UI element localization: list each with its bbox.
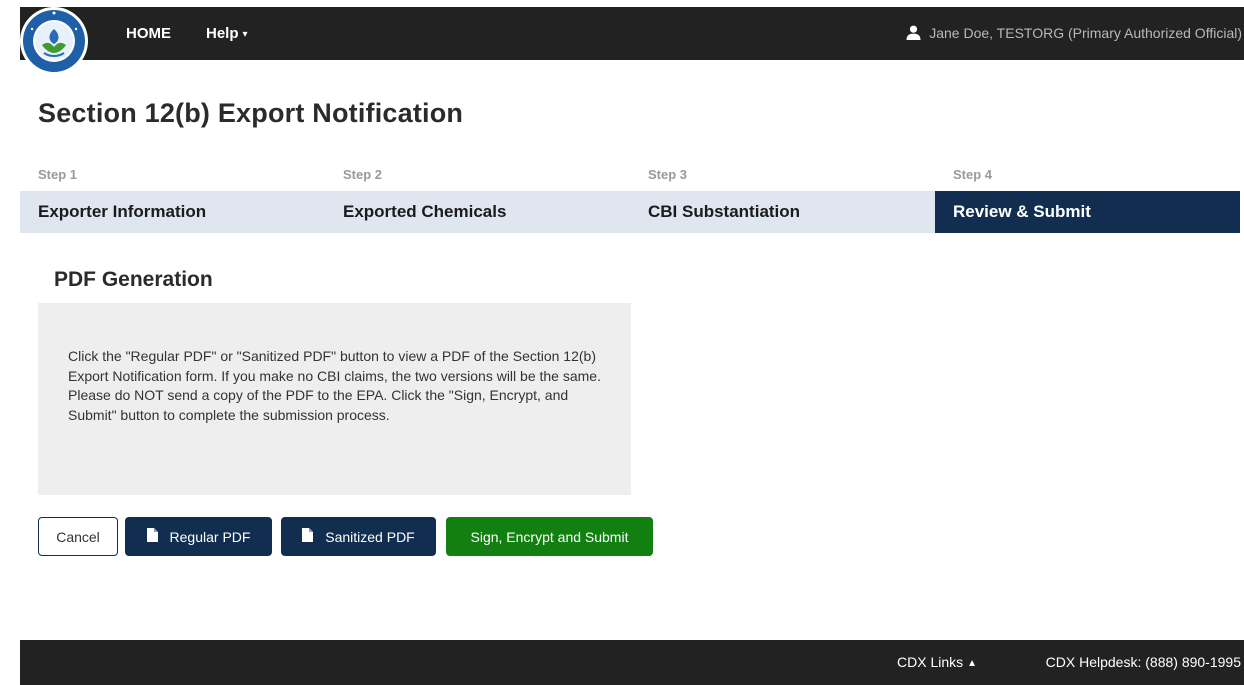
user-icon bbox=[906, 9, 921, 62]
caret-up-icon: ▲ bbox=[967, 658, 978, 669]
step-2[interactable]: Step 2 Exported Chemicals bbox=[325, 160, 630, 233]
cdx-helpdesk-text: CDX Helpdesk: (888) 890-1995 bbox=[1045, 654, 1241, 670]
step-number: Step 1 bbox=[38, 167, 78, 182]
document-icon bbox=[146, 528, 158, 545]
step-4-active[interactable]: Step 4 Review & Submit bbox=[935, 160, 1240, 233]
step-bar: Review & Submit bbox=[935, 191, 1240, 233]
nav-help-label: Help bbox=[206, 25, 239, 42]
epa-seal-logo[interactable] bbox=[20, 7, 88, 75]
step-label: Review & Submit bbox=[953, 202, 1091, 221]
caret-down-icon: ▾ bbox=[242, 29, 248, 40]
nav-help-dropdown[interactable]: Help ▾ bbox=[206, 7, 248, 60]
pdf-instructions-panel: Click the "Regular PDF" or "Sanitized PD… bbox=[38, 303, 631, 495]
user-account-menu[interactable]: Jane Doe, TESTORG (Primary Authorized Of… bbox=[906, 7, 1242, 60]
step-number: Step 4 bbox=[953, 167, 993, 182]
step-3[interactable]: Step 3 CBI Substantiation bbox=[630, 160, 935, 233]
sanitized-pdf-label: Sanitized PDF bbox=[325, 528, 415, 545]
progress-stepper: Step 1 Exporter Information Step 2 Expor… bbox=[20, 160, 1240, 233]
regular-pdf-label: Regular PDF bbox=[169, 528, 251, 545]
step-label: Exporter Information bbox=[38, 202, 207, 221]
sign-encrypt-submit-button[interactable]: Sign, Encrypt and Submit bbox=[446, 517, 653, 556]
cancel-button-label: Cancel bbox=[56, 528, 100, 545]
cancel-button[interactable]: Cancel bbox=[38, 517, 118, 556]
step-label: CBI Substantiation bbox=[648, 202, 801, 221]
step-1[interactable]: Step 1 Exporter Information bbox=[20, 160, 325, 233]
step-bar: CBI Substantiation bbox=[630, 191, 935, 233]
epa-seal-icon bbox=[21, 8, 87, 74]
nav-home-label: HOME bbox=[126, 25, 171, 42]
step-number: Step 2 bbox=[343, 167, 383, 182]
regular-pdf-button[interactable]: Regular PDF bbox=[125, 517, 272, 556]
step-bar: Exported Chemicals bbox=[325, 191, 630, 233]
cdx-links-label: CDX Links bbox=[897, 654, 964, 670]
sanitized-pdf-button[interactable]: Sanitized PDF bbox=[281, 517, 436, 556]
cdx-links-dropdown[interactable]: CDX Links ▲ bbox=[897, 640, 977, 685]
pdf-instructions-text: Click the "Regular PDF" or "Sanitized PD… bbox=[68, 348, 601, 423]
submit-button-label: Sign, Encrypt and Submit bbox=[470, 528, 629, 545]
pdf-generation-heading: PDF Generation bbox=[54, 268, 213, 291]
step-label: Exported Chemicals bbox=[343, 202, 507, 221]
step-bar: Exporter Information bbox=[20, 191, 325, 233]
step-number: Step 3 bbox=[648, 167, 688, 182]
user-name-label: Jane Doe, TESTORG (Primary Authorized Of… bbox=[929, 25, 1242, 41]
page-title: Section 12(b) Export Notification bbox=[38, 98, 464, 128]
document-icon bbox=[302, 528, 314, 545]
nav-home-link[interactable]: HOME bbox=[126, 7, 171, 60]
